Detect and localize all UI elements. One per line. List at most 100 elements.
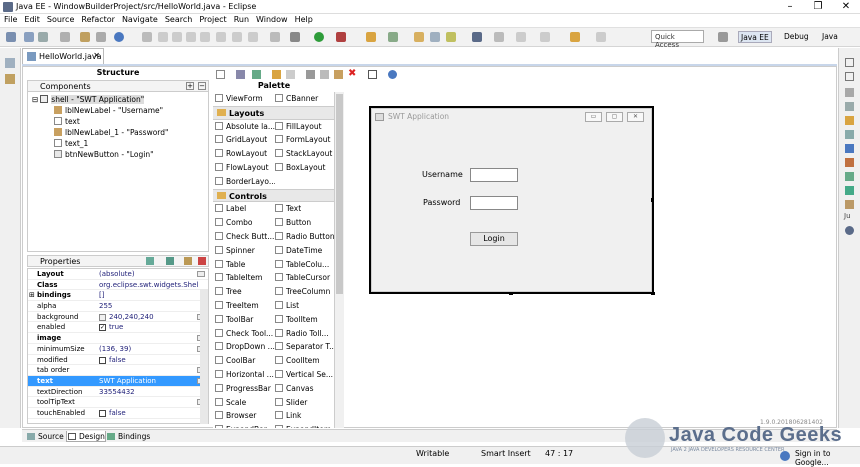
- servers-icon[interactable]: [845, 144, 854, 153]
- palette-item-cbanner[interactable]: CBanner: [275, 92, 334, 106]
- palette-item-rowlayout[interactable]: RowLayout: [215, 147, 275, 161]
- terminate-icon[interactable]: [186, 32, 196, 42]
- menu-refactor[interactable]: Refactor: [77, 14, 118, 24]
- tree-item-text-1[interactable]: text_1: [28, 138, 208, 149]
- preview-icon[interactable]: [252, 70, 261, 79]
- prop-row-minimumsize[interactable]: minimumSize (136, 39): [28, 344, 208, 355]
- debug-icon[interactable]: [290, 32, 300, 42]
- menu-navigate[interactable]: Navigate: [118, 14, 161, 24]
- task-list-icon[interactable]: [845, 102, 854, 111]
- delete-icon[interactable]: ✖: [348, 69, 356, 79]
- prop-row-enabled[interactable]: enabled ✓ true: [28, 322, 208, 334]
- perspective-debug[interactable]: Debug: [782, 31, 811, 43]
- tree-item-lblnewlabel[interactable]: lblNewLabel - "Username": [28, 105, 208, 116]
- build-icon[interactable]: [80, 32, 90, 42]
- palette-item-treeitem[interactable]: TreeItem: [215, 299, 275, 313]
- palette-item-borderlayo[interactable]: BorderLayo...: [215, 175, 275, 189]
- junit-icon[interactable]: Ju: [844, 212, 851, 220]
- palette-item-combo[interactable]: Combo: [215, 216, 275, 230]
- open-type-icon[interactable]: [414, 32, 424, 42]
- palette-item-gridlayout[interactable]: GridLayout: [215, 133, 275, 147]
- globe-icon[interactable]: [472, 32, 482, 42]
- show-advanced-icon[interactable]: [184, 257, 192, 265]
- expand-all-icon[interactable]: +: [186, 82, 194, 90]
- snippets-icon[interactable]: [845, 172, 854, 181]
- palette-item-absolute-la[interactable]: Absolute la...: [215, 120, 275, 134]
- menu-file[interactable]: File: [0, 14, 20, 24]
- palette-item-table[interactable]: Table: [215, 258, 275, 272]
- prop-row-layout[interactable]: Layout (absolute): [28, 269, 208, 280]
- palette-item-scale[interactable]: Scale: [215, 396, 275, 410]
- checkbox-unchecked-icon[interactable]: [99, 409, 106, 417]
- swt-close-icon[interactable]: ✕: [627, 112, 644, 122]
- copy-icon[interactable]: [320, 70, 329, 79]
- prop-row-class[interactable]: Class org.eclipse.swt.widgets.Shell: [28, 280, 208, 291]
- terminal-icon[interactable]: [96, 32, 106, 42]
- palette-item-browser[interactable]: Browser: [215, 409, 275, 423]
- palette-item-separator-t[interactable]: Separator T...: [275, 340, 334, 354]
- swt-minimize-icon[interactable]: ▭: [585, 112, 602, 122]
- goto-definition-icon[interactable]: [166, 257, 174, 265]
- palette-item-horizontal[interactable]: Horizontal ...: [215, 368, 275, 382]
- new-icon[interactable]: [6, 32, 16, 42]
- suspend-icon[interactable]: [172, 32, 182, 42]
- palette-item-boxlayout[interactable]: BoxLayout: [275, 161, 334, 175]
- palette-item-link[interactable]: Link: [275, 409, 334, 423]
- palette-item-radio-toll[interactable]: Radio Toll...: [275, 327, 334, 341]
- perspective-java-ee[interactable]: Java EE: [738, 31, 772, 43]
- palette-item-list[interactable]: List: [275, 299, 334, 313]
- palette-item-label[interactable]: Label: [215, 202, 275, 216]
- prop-row-touchenabled[interactable]: touchEnabled false: [28, 408, 208, 419]
- console-icon[interactable]: [845, 186, 854, 195]
- menu-help[interactable]: Help: [291, 14, 316, 24]
- print-icon[interactable]: [60, 32, 70, 42]
- data-source-icon[interactable]: [845, 158, 854, 167]
- palette-item-canvas[interactable]: Canvas: [275, 382, 334, 396]
- tree-item-btnnewbutton[interactable]: btnNewButton - "Login": [28, 149, 208, 160]
- new-java-project-icon[interactable]: [388, 32, 398, 42]
- annotation-icon[interactable]: [494, 32, 504, 42]
- restore-default-icon[interactable]: [198, 257, 206, 265]
- palette-item-coolbar[interactable]: CoolBar: [215, 354, 275, 368]
- cut-icon[interactable]: [306, 70, 315, 79]
- palette-item-toolitem[interactable]: ToolItem: [275, 313, 334, 327]
- palette-category-controls[interactable]: Controls: [213, 188, 334, 203]
- redo-icon[interactable]: [286, 70, 295, 79]
- checkbox-checked-icon[interactable]: ✓: [99, 324, 106, 332]
- palette-item-progressbar[interactable]: ProgressBar: [215, 382, 275, 396]
- palette-item-vertical-se[interactable]: Vertical Se...: [275, 368, 334, 382]
- tab-source[interactable]: Source: [26, 431, 64, 442]
- search-view-icon[interactable]: [845, 200, 854, 209]
- step-over-icon[interactable]: [232, 32, 242, 42]
- palette-item-treecolumn[interactable]: TreeColumn: [275, 285, 334, 299]
- prop-row-alpha[interactable]: alpha 255: [28, 301, 208, 312]
- resize-handle-bottom[interactable]: [509, 292, 513, 295]
- palette-item-spinner[interactable]: Spinner: [215, 244, 275, 258]
- step-into-icon[interactable]: [216, 32, 226, 42]
- forward-icon[interactable]: [596, 32, 606, 42]
- restore-view-icon[interactable]: [5, 58, 15, 68]
- palette-item-dropdown[interactable]: DropDown ...: [215, 340, 275, 354]
- password-input[interactable]: [470, 196, 518, 210]
- tab-bindings[interactable]: Bindings: [106, 431, 150, 442]
- disconnect-icon[interactable]: [200, 32, 210, 42]
- palette-item-flowlayout[interactable]: FlowLayout: [215, 161, 275, 175]
- properties-view-icon[interactable]: [845, 130, 854, 139]
- resize-handle-corner[interactable]: [651, 292, 655, 295]
- palette-item-stacklayout[interactable]: StackLayout: [275, 147, 334, 161]
- palette-item-slider[interactable]: Slider: [275, 396, 334, 410]
- prop-row-taborder[interactable]: tab order: [28, 365, 208, 376]
- palette-item-expanditem[interactable]: ExpandItem: [275, 423, 334, 428]
- tree-item-lblnewlabel-1[interactable]: lblNewLabel_1 - "Password": [28, 127, 208, 138]
- restore-icon[interactable]: [845, 58, 854, 67]
- username-input[interactable]: [470, 168, 518, 182]
- external-tools-icon[interactable]: [366, 32, 376, 42]
- checkbox-unchecked-icon[interactable]: [99, 356, 106, 364]
- run-icon[interactable]: [314, 32, 324, 42]
- prop-row-modified[interactable]: modified false: [28, 355, 208, 366]
- markers-icon[interactable]: [845, 116, 854, 125]
- save-all-icon[interactable]: [38, 32, 48, 42]
- undo-icon[interactable]: [272, 70, 281, 79]
- close-tab-icon[interactable]: ✕: [93, 51, 100, 60]
- palette-item-formlayout[interactable]: FormLayout: [275, 133, 334, 147]
